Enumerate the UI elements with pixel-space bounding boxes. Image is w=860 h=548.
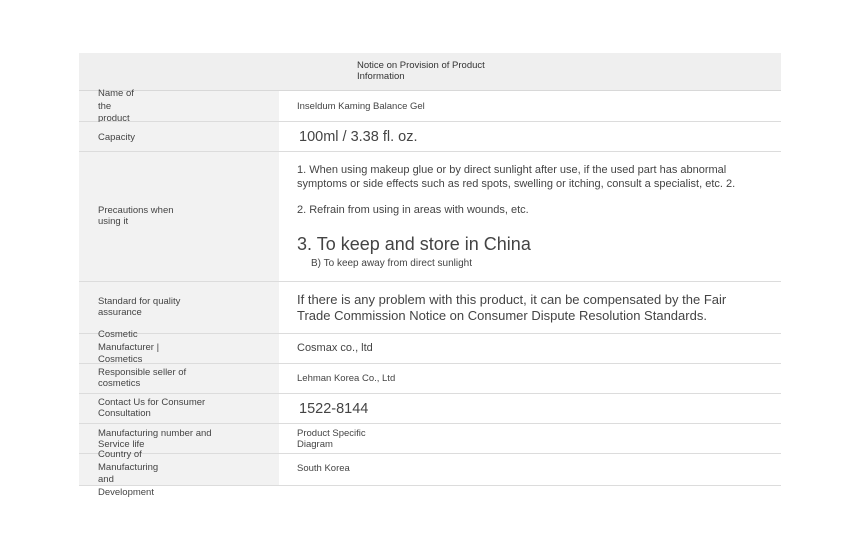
product-info-table: Notice on Provision of Product Informati…: [79, 53, 781, 498]
seller-label: Responsible seller of cosmetics: [98, 367, 187, 389]
precautions-item-2: 2. Refrain from using in areas with woun…: [297, 204, 529, 216]
row-label-cell: Name of the product: [79, 88, 279, 124]
table-header: Notice on Provision of Product Informati…: [79, 53, 781, 91]
product-name-label: Name of the product: [98, 88, 134, 124]
row-value-cell: Inseldum Kaming Balance Gel: [279, 91, 781, 121]
row-seller: Responsible seller of cosmetics Lehman K…: [79, 364, 781, 394]
capacity-value: 100ml / 3.38 fl. oz.: [299, 129, 418, 145]
row-value-cell: If there is any problem with this produc…: [279, 282, 781, 333]
contact-label: Contact Us for Consumer Consultation: [98, 397, 206, 419]
precautions-item-4: B) To keep away from direct sunlight: [311, 258, 473, 269]
row-label-cell: Contact Us for Consumer Consultation: [79, 394, 279, 423]
row-capacity: Capacity 100ml / 3.38 fl. oz.: [79, 122, 781, 152]
mfg-number-label: Manufacturing number and Service life: [98, 428, 212, 450]
precautions-item-3: 3. To keep and store in China: [297, 234, 531, 254]
row-value-cell: 1. When using makeup glue or by direct s…: [279, 152, 781, 281]
capacity-label: Capacity: [98, 132, 135, 143]
row-value-cell: South Korea: [279, 454, 781, 485]
precautions-item-1: 1. When using makeup glue or by direct s…: [297, 164, 736, 190]
row-label-cell: Cosmetic Manufacturer | Cosmetics Manufa…: [79, 329, 279, 378]
product-name-value: Inseldum Kaming Balance Gel: [297, 101, 425, 112]
seller-value: Lehman Korea Co., Ltd: [297, 373, 396, 384]
quality-label: Standard for quality assurance: [98, 296, 181, 318]
row-manufacturing-number: Manufacturing number and Service life Pr…: [79, 424, 781, 454]
row-quality-assurance: Standard for quality assurance If there …: [79, 282, 781, 334]
row-label-cell: Precautions when using it: [79, 152, 279, 281]
row-contact: Contact Us for Consumer Consultation 152…: [79, 394, 781, 424]
row-product-name: Name of the product Inseldum Kaming Bala…: [79, 88, 781, 124]
row-value-cell: 100ml / 3.38 fl. oz.: [279, 122, 781, 151]
row-label-cell: Standard for quality assurance: [79, 282, 279, 333]
table-title: Notice on Provision of Product Informati…: [357, 60, 485, 82]
row-label-cell: Country of Manufacturing and Development: [79, 449, 279, 498]
row-value-cell: Cosmax co., ltd: [279, 334, 781, 363]
row-label-cell: Responsible seller of cosmetics: [79, 364, 279, 393]
row-value-cell: Product Specific Diagram: [279, 424, 781, 453]
origin-label: Country of Manufacturing and Development: [98, 449, 159, 498]
row-value-cell: 1522-8144: [279, 394, 781, 423]
origin-value: South Korea: [297, 463, 350, 474]
quality-value: If there is any problem with this produc…: [297, 292, 727, 323]
mfg-number-value: Product Specific Diagram: [297, 428, 366, 450]
precautions-label: Precautions when using it: [98, 205, 174, 227]
row-value-cell: Lehman Korea Co., Ltd: [279, 364, 781, 393]
row-precautions: Precautions when using it 1. When using …: [79, 152, 781, 282]
row-manufacturer: Cosmetic Manufacturer | Cosmetics Manufa…: [79, 329, 781, 378]
manufacturer-value: Cosmax co., ltd: [297, 342, 373, 354]
row-label-cell: Capacity: [79, 122, 279, 151]
contact-value: 1522-8144: [299, 401, 369, 417]
row-origin: Country of Manufacturing and Development…: [79, 449, 781, 498]
